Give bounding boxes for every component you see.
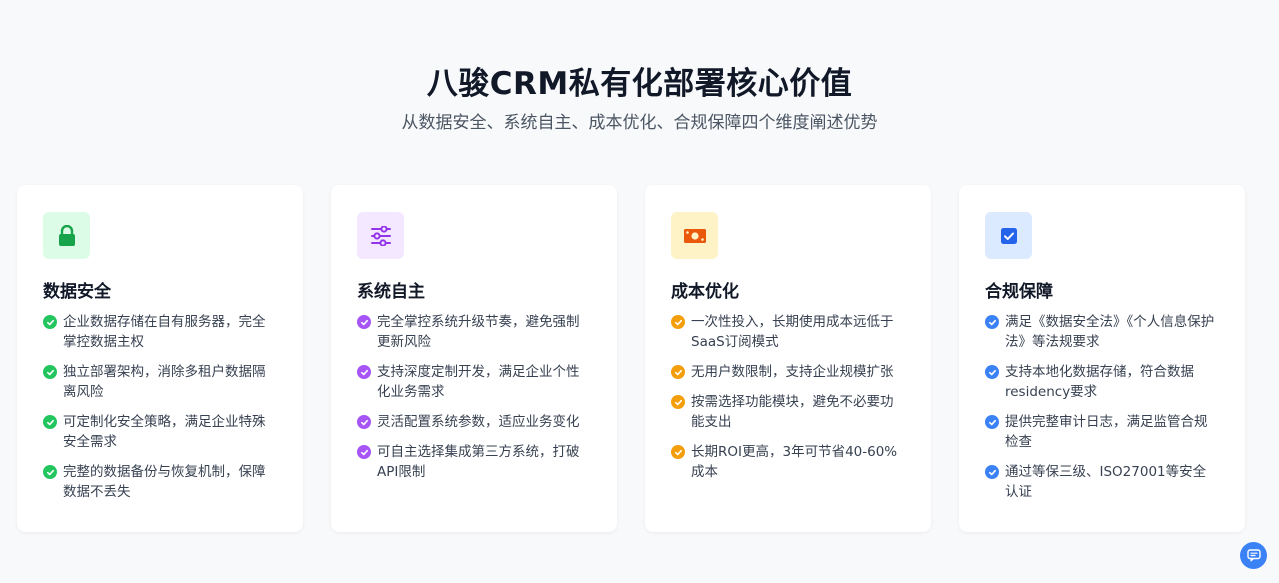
page-subtitle: 从数据安全、系统自主、成本优化、合规保障四个维度阐述优势: [401, 113, 878, 133]
list-item: 独立部署架构，消除多租户数据隔离风险: [43, 362, 277, 402]
chat-button[interactable]: [1240, 542, 1267, 569]
item-text: 支持深度定制开发，满足企业个性化业务需求: [377, 364, 580, 400]
item-text: 提供完整审计日志，满足监管合规检查: [1005, 414, 1208, 450]
card-cost-optimization: 成本优化 一次性投入，长期使用成本远低于SaaS订阅模式 无用户数限制，支持企业…: [645, 185, 931, 532]
item-text: 一次性投入，长期使用成本远低于SaaS订阅模式: [691, 314, 894, 350]
item-text: 按需选择功能模块，避免不必要功能支出: [691, 394, 894, 430]
list-item: 灵活配置系统参数，适应业务变化: [357, 412, 591, 432]
list-item: 按需选择功能模块，避免不必要功能支出: [671, 392, 905, 432]
item-text: 支持本地化数据存储，符合数据residency要求: [1005, 364, 1194, 400]
list-item: 一次性投入，长期使用成本远低于SaaS订阅模式: [671, 312, 905, 352]
check-circle-icon: [357, 365, 371, 379]
check-circle-icon: [985, 315, 999, 329]
lock-icon: [43, 212, 90, 259]
card-items: 满足《数据安全法》《个人信息保护法》等法规要求 支持本地化数据存储，符合数据re…: [985, 312, 1219, 502]
card-system-autonomy: 系统自主 完全掌控系统升级节奏，避免强制更新风险 支持深度定制开发，满足企业个性…: [331, 185, 617, 532]
card-items: 企业数据存储在自有服务器，完全掌控数据主权 独立部署架构，消除多租户数据隔离风险…: [43, 312, 277, 502]
list-item: 长期ROI更高，3年可节省40-60%成本: [671, 442, 905, 482]
card-title: 数据安全: [43, 282, 111, 302]
item-text: 完整的数据备份与恢复机制，保障数据不丢失: [63, 464, 266, 500]
card-title: 系统自主: [357, 282, 425, 302]
page: 八骏CRM私有化部署核心价值 从数据安全、系统自主、成本优化、合规保障四个维度阐…: [0, 0, 1279, 583]
card-title: 合规保障: [985, 282, 1053, 302]
check-circle-icon: [671, 365, 685, 379]
check-circle-icon: [43, 365, 57, 379]
check-circle-icon: [357, 315, 371, 329]
card-data-security: 数据安全 企业数据存储在自有服务器，完全掌控数据主权 独立部署架构，消除多租户数…: [17, 185, 303, 532]
check-circle-icon: [671, 445, 685, 459]
check-circle-icon: [357, 415, 371, 429]
item-text: 长期ROI更高，3年可节省40-60%成本: [691, 444, 898, 480]
card-items: 一次性投入，长期使用成本远低于SaaS订阅模式 无用户数限制，支持企业规模扩张 …: [671, 312, 905, 482]
card-compliance: 合规保障 满足《数据安全法》《个人信息保护法》等法规要求 支持本地化数据存储，符…: [959, 185, 1245, 532]
item-text: 企业数据存储在自有服务器，完全掌控数据主权: [63, 314, 266, 350]
check-circle-icon: [43, 465, 57, 479]
item-text: 满足《数据安全法》《个人信息保护法》等法规要求: [1005, 314, 1215, 350]
item-text: 独立部署架构，消除多租户数据隔离风险: [63, 364, 266, 400]
card-title: 成本优化: [671, 282, 739, 302]
item-text: 灵活配置系统参数，适应业务变化: [377, 414, 580, 430]
list-item: 支持深度定制开发，满足企业个性化业务需求: [357, 362, 591, 402]
value-cards: 数据安全 企业数据存储在自有服务器，完全掌控数据主权 独立部署架构，消除多租户数…: [17, 185, 1245, 532]
list-item: 完全掌控系统升级节奏，避免强制更新风险: [357, 312, 591, 352]
list-item: 通过等保三级、ISO27001等安全认证: [985, 462, 1219, 502]
item-text: 可自主选择集成第三方系统，打破API限制: [377, 444, 580, 480]
list-item: 可自主选择集成第三方系统，打破API限制: [357, 442, 591, 482]
list-item: 支持本地化数据存储，符合数据residency要求: [985, 362, 1219, 402]
item-text: 可定制化安全策略，满足企业特殊安全需求: [63, 414, 266, 450]
list-item: 企业数据存储在自有服务器，完全掌控数据主权: [43, 312, 277, 352]
check-circle-icon: [671, 395, 685, 409]
checkbox-icon: [985, 212, 1032, 259]
check-circle-icon: [985, 365, 999, 379]
check-circle-icon: [43, 315, 57, 329]
sliders-icon: [357, 212, 404, 259]
page-title: 八骏CRM私有化部署核心价值: [426, 66, 853, 102]
item-text: 通过等保三级、ISO27001等安全认证: [1005, 464, 1207, 500]
list-item: 满足《数据安全法》《个人信息保护法》等法规要求: [985, 312, 1219, 352]
check-circle-icon: [43, 415, 57, 429]
check-circle-icon: [985, 415, 999, 429]
check-circle-icon: [671, 315, 685, 329]
card-items: 完全掌控系统升级节奏，避免强制更新风险 支持深度定制开发，满足企业个性化业务需求…: [357, 312, 591, 482]
chat-icon: [1246, 549, 1261, 562]
list-item: 可定制化安全策略，满足企业特殊安全需求: [43, 412, 277, 452]
money-icon: [671, 212, 718, 259]
list-item: 完整的数据备份与恢复机制，保障数据不丢失: [43, 462, 277, 502]
list-item: 提供完整审计日志，满足监管合规检查: [985, 412, 1219, 452]
check-circle-icon: [357, 445, 371, 459]
check-circle-icon: [985, 465, 999, 479]
list-item: 无用户数限制，支持企业规模扩张: [671, 362, 905, 382]
item-text: 完全掌控系统升级节奏，避免强制更新风险: [377, 314, 580, 350]
item-text: 无用户数限制，支持企业规模扩张: [691, 364, 894, 380]
